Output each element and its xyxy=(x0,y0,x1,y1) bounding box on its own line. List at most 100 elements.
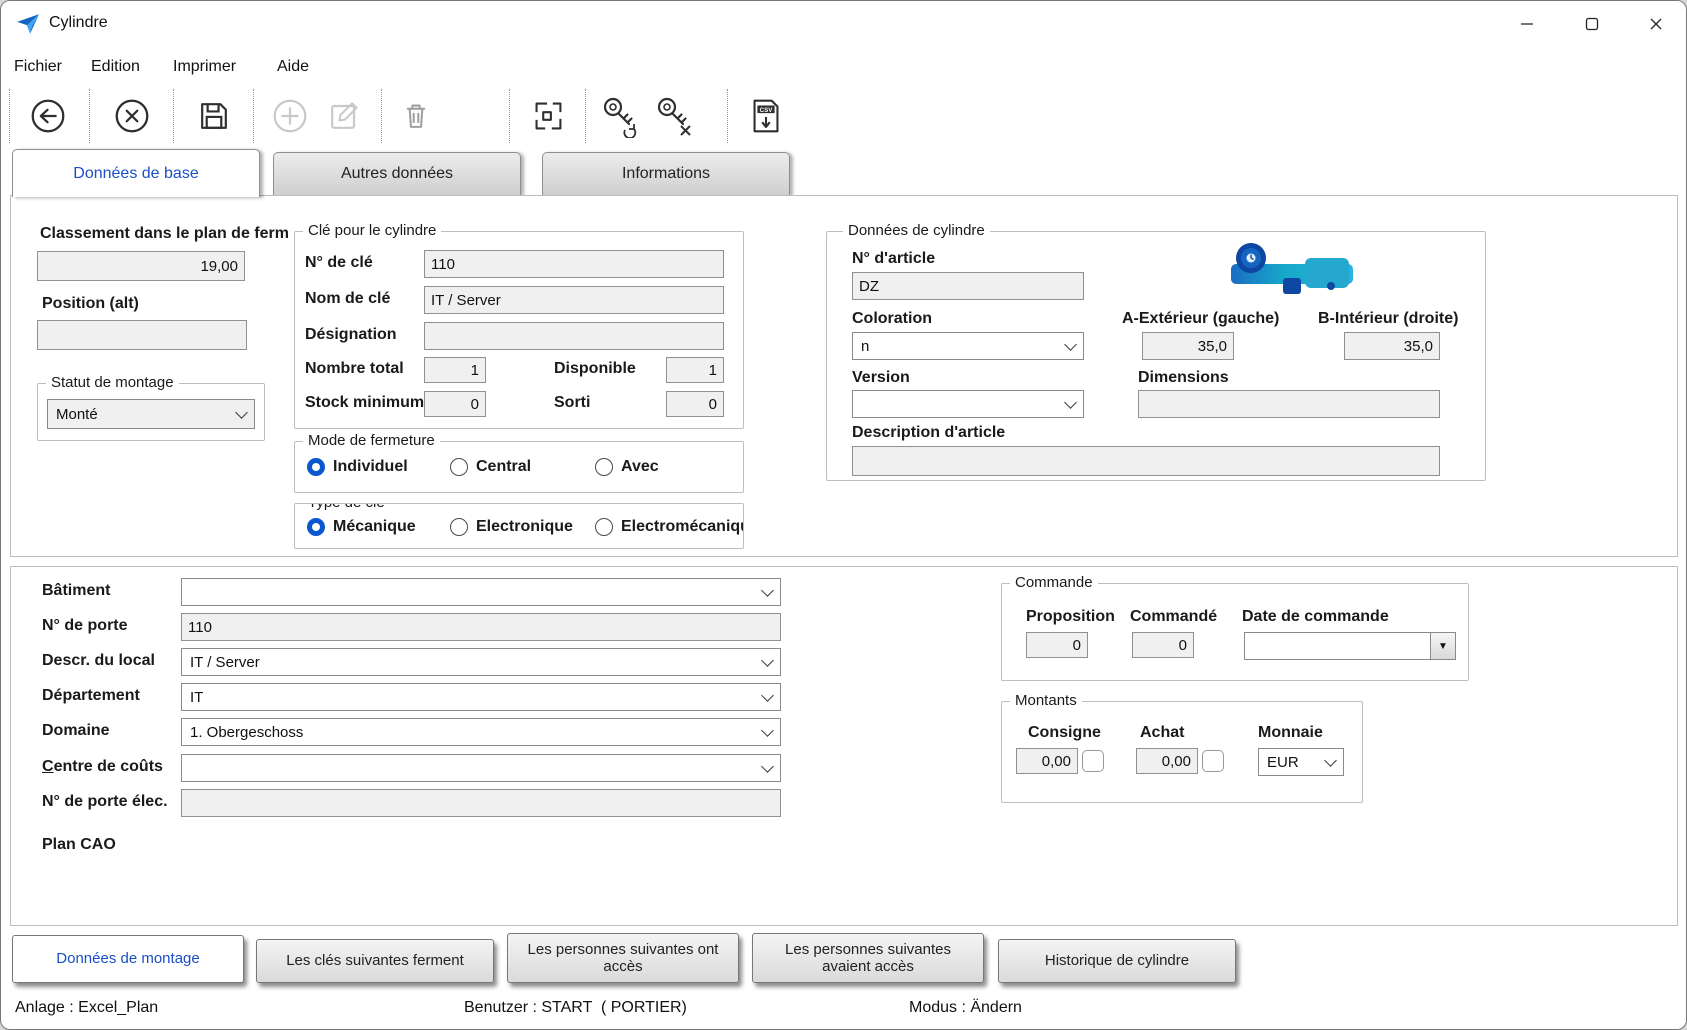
edit-button[interactable] xyxy=(321,93,367,139)
menu-edition[interactable]: Edition xyxy=(91,51,140,83)
consigne-more-button[interactable] xyxy=(1082,750,1104,772)
radio-dot xyxy=(595,518,613,536)
key-link-button[interactable] xyxy=(597,93,643,139)
descr-local-select[interactable]: IT / Server xyxy=(181,648,781,676)
montants-legend: Montants xyxy=(1010,692,1082,709)
close-button[interactable] xyxy=(1625,1,1687,47)
mode-fermeture-legend: Mode de fermeture xyxy=(303,432,440,449)
tab-label: Autres données xyxy=(341,165,453,183)
coloration-select[interactable]: n xyxy=(852,332,1084,360)
dimensions-field[interactable] xyxy=(1138,390,1440,418)
add-icon xyxy=(269,95,311,137)
a-exterieur-field[interactable] xyxy=(1142,332,1234,360)
departement-label: Département xyxy=(42,687,140,705)
radio-label: Mécanique xyxy=(333,518,416,536)
btab-personnes-avaient-acces[interactable]: Les personnes suivantes avaient accès xyxy=(752,933,984,983)
description-article-field[interactable] xyxy=(852,446,1440,476)
version-select[interactable] xyxy=(852,390,1084,418)
cle-group-legend: Clé pour le cylindre xyxy=(303,222,441,239)
toolbar-separator xyxy=(253,89,255,143)
tab-autres-donnees[interactable]: Autres données xyxy=(273,152,521,195)
key-unlink-icon xyxy=(652,94,696,138)
date-commande-select[interactable]: ▼ xyxy=(1244,632,1456,660)
back-button[interactable] xyxy=(25,93,71,139)
no-cle-field[interactable] xyxy=(424,250,724,278)
designation-field[interactable] xyxy=(424,322,724,350)
dimensions-label: Dimensions xyxy=(1138,369,1229,387)
sorti-field[interactable] xyxy=(666,391,724,417)
toolbar-separator xyxy=(509,89,511,143)
radio-mecanique[interactable]: Mécanique xyxy=(307,518,416,536)
consigne-field[interactable] xyxy=(1016,748,1078,774)
floor-plan-button[interactable] xyxy=(525,93,571,139)
statut-montage-select[interactable]: Monté xyxy=(47,399,255,429)
proposition-field[interactable] xyxy=(1026,632,1088,658)
radio-electromecanique[interactable]: Electromécanique xyxy=(595,518,744,536)
radio-label: Avec xyxy=(621,458,659,476)
designation-label: Désignation xyxy=(305,326,397,344)
achat-more-button[interactable] xyxy=(1202,750,1224,772)
tab-donnees-de-base[interactable]: Données de base xyxy=(12,149,260,197)
departement-select[interactable]: IT xyxy=(181,683,781,711)
menu-fichier[interactable]: Fichier xyxy=(14,51,62,83)
domaine-value: 1. Obergeschoss xyxy=(190,724,763,741)
no-porte-field[interactable] xyxy=(181,613,781,641)
centre-couts-select[interactable] xyxy=(181,754,781,782)
menu-aide[interactable]: Aide xyxy=(277,51,309,83)
delete-icon xyxy=(396,96,436,136)
chevron-down-icon xyxy=(761,760,774,773)
menu-imprimer[interactable]: Imprimer xyxy=(173,51,236,83)
radio-avec[interactable]: Avec xyxy=(595,458,659,476)
b-interieur-field[interactable] xyxy=(1344,332,1440,360)
key-unlink-button[interactable] xyxy=(651,93,697,139)
minimize-button[interactable] xyxy=(1496,1,1558,47)
add-button[interactable] xyxy=(267,93,313,139)
btab-label: Les personnes suivantes ont accès xyxy=(516,941,730,976)
type-cle-legend: Type de clé xyxy=(303,503,390,511)
domaine-select[interactable]: 1. Obergeschoss xyxy=(181,718,781,746)
commande-field[interactable] xyxy=(1132,632,1194,658)
classement-label: Classement dans le plan de ferm xyxy=(40,225,289,243)
btab-cles-suivantes-ferment[interactable]: Les clés suivantes ferment xyxy=(256,939,494,983)
monnaie-select[interactable]: EUR xyxy=(1258,748,1344,776)
toolbar: CSV xyxy=(1,85,1687,147)
radio-individuel[interactable]: Individuel xyxy=(307,458,408,476)
status-benutzer: Benutzer : START ( PORTIER) xyxy=(464,999,687,1017)
achat-field[interactable] xyxy=(1136,748,1198,774)
commande-legend: Commande xyxy=(1010,574,1098,591)
classement-field[interactable] xyxy=(37,251,245,281)
csv-export-button[interactable]: CSV xyxy=(743,93,789,139)
chevron-down-icon xyxy=(1064,338,1077,351)
maximize-icon xyxy=(1585,17,1599,31)
position-alt-field[interactable] xyxy=(37,320,247,350)
no-article-field[interactable] xyxy=(852,272,1084,300)
commande-label: Commandé xyxy=(1130,608,1217,626)
btab-donnees-de-montage[interactable]: Données de montage xyxy=(12,935,244,983)
radio-electronique[interactable]: Electronique xyxy=(450,518,573,536)
cancel-button[interactable] xyxy=(109,93,155,139)
nombre-total-field[interactable] xyxy=(424,357,486,383)
nom-cle-field[interactable] xyxy=(424,286,724,314)
cylinder-image xyxy=(1227,238,1357,304)
toolbar-separator xyxy=(9,89,11,143)
chevron-down-icon xyxy=(235,406,248,419)
tab-informations[interactable]: Informations xyxy=(542,152,790,195)
maximize-button[interactable] xyxy=(1561,1,1623,47)
btab-personnes-ont-acces[interactable]: Les personnes suivantes ont accès xyxy=(507,933,739,983)
btab-historique-cylindre[interactable]: Historique de cylindre xyxy=(998,939,1236,983)
montants-group: Montants Consigne Achat Monnaie EUR xyxy=(1001,701,1363,803)
stock-min-field[interactable] xyxy=(424,391,486,417)
achat-label: Achat xyxy=(1140,724,1184,742)
statut-montage-legend: Statut de montage xyxy=(46,374,179,391)
delete-button[interactable] xyxy=(393,93,439,139)
description-article-label: Description d'article xyxy=(852,424,1005,442)
no-porte-elec-field[interactable] xyxy=(181,789,781,817)
batiment-select[interactable] xyxy=(181,578,781,606)
dropdown-arrow-button[interactable]: ▼ xyxy=(1430,633,1455,659)
mode-fermeture-group: Mode de fermeture Individuel Central Ave… xyxy=(294,441,744,493)
radio-central[interactable]: Central xyxy=(450,458,531,476)
disponible-field[interactable] xyxy=(666,357,724,383)
radio-label: Electronique xyxy=(476,518,573,536)
btab-label: Les personnes suivantes avaient accès xyxy=(761,941,975,976)
save-button[interactable] xyxy=(191,93,237,139)
